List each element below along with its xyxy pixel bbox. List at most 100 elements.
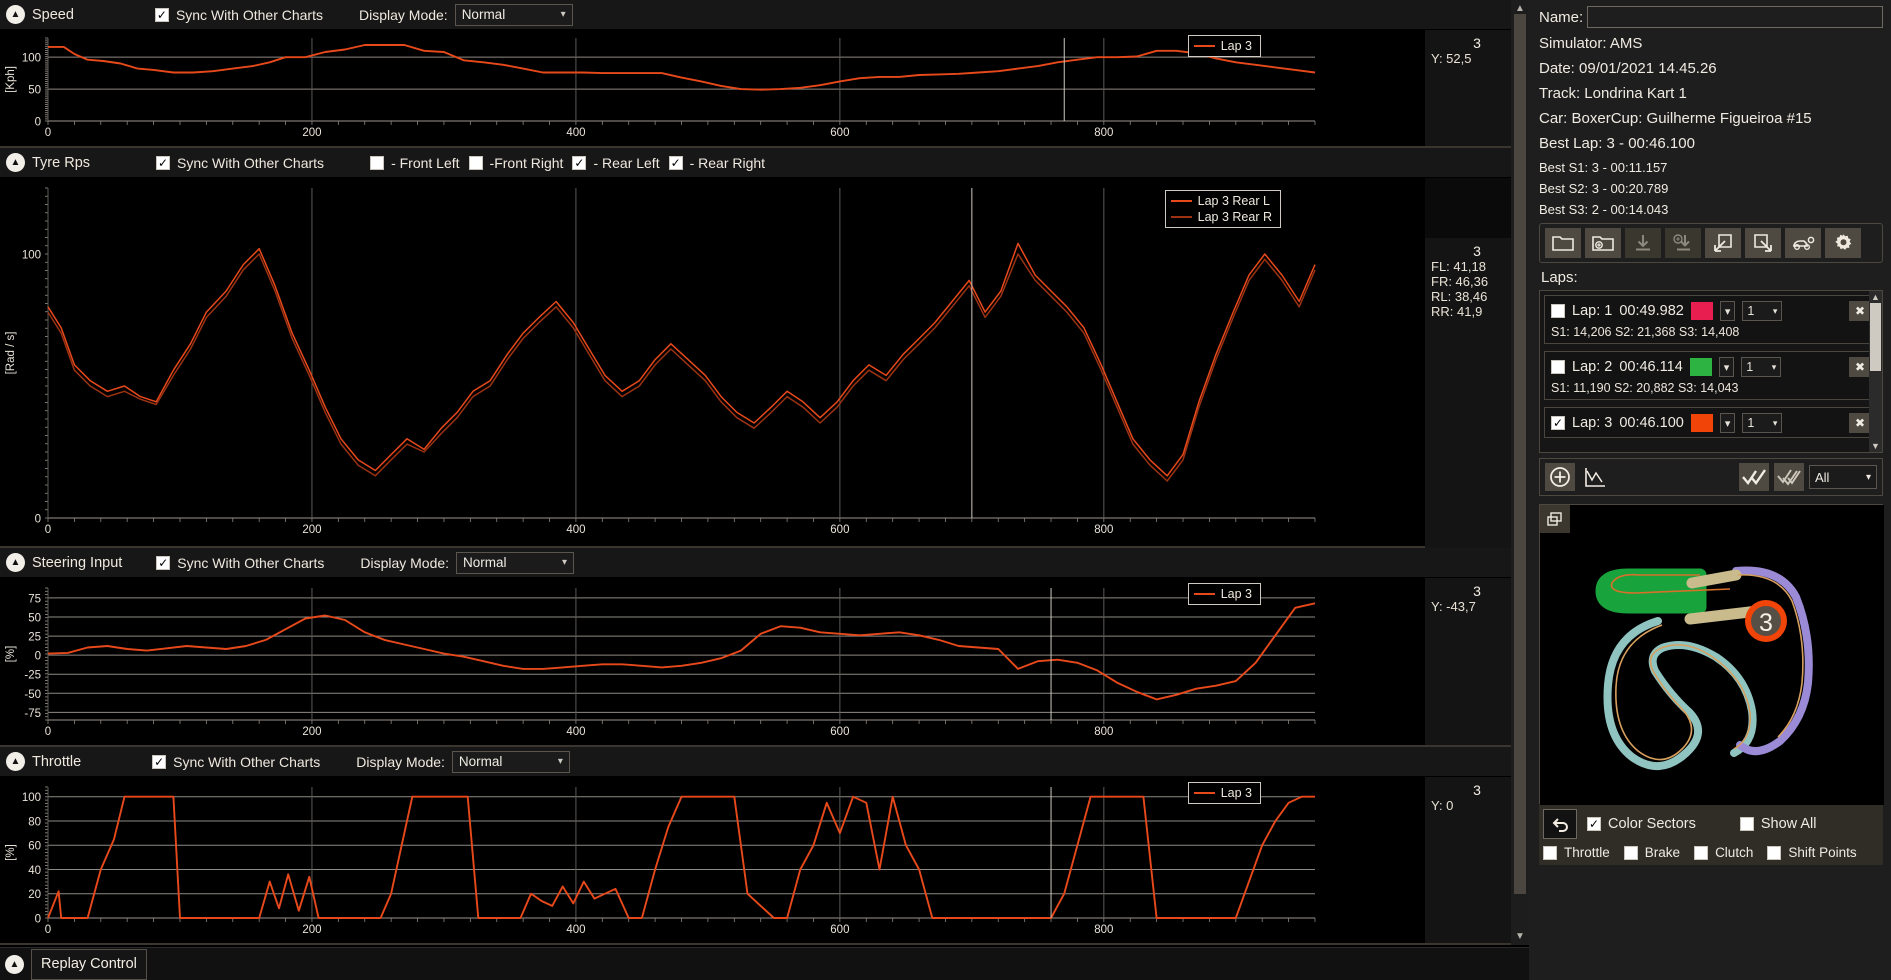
charts-scrollbar[interactable]: ▲ ▼ [1511,0,1529,945]
plot-throttle[interactable]: 0 20 40 60 80 100 0 200 400 600 800 [%] Lap 3 3 Y: … [0,777,1529,943]
scroll-down-icon[interactable]: ▼ [1515,928,1525,945]
sync-checkbox-steering-input[interactable]: ✓ [156,555,171,570]
popout-icon[interactable] [1540,505,1570,533]
lap-checkbox-1[interactable]: ✓ [1551,304,1565,318]
display-mode-select-steering[interactable]: Normal ▾ [456,551,575,574]
lap-checkbox-3[interactable]: ✓ [1551,416,1565,430]
open-folder-icon[interactable] [1545,228,1581,258]
sync-checkbox-speed[interactable]: ✓ [154,7,169,22]
lap-style-select-3[interactable]: ▾ [1719,413,1736,433]
sync-toggle-tyre-rps[interactable]: ✓ Sync With Other Charts [156,155,324,171]
lap-row-2[interactable]: ✓ Lap: 2 00:46.114 ▾ 1 ▾ ✖ S1: 11,190 S2… [1544,351,1878,400]
wheel-toggle-front-right[interactable]: ✓ -Front Right [468,155,563,171]
laps-filter-select[interactable]: All ▾ [1809,465,1877,489]
lap-width-select-1[interactable]: 1 ▾ [1742,301,1783,321]
lap-checkbox-2[interactable]: ✓ [1551,360,1565,374]
collapse-icon[interactable]: ▲ [6,752,25,771]
svg-text:100: 100 [22,792,41,804]
sync-checkbox-tyre-rps[interactable]: ✓ [156,155,171,170]
show-all-toggle[interactable]: ✓ Show All [1739,816,1816,832]
wheel-toggle-front-left[interactable]: ✓ - Front Left [370,155,460,171]
lap-style-select-2[interactable]: ▾ [1718,357,1735,377]
shift-points-overlay-toggle[interactable]: ✓ Shift Points [1767,845,1857,860]
collapse-in-icon[interactable] [1745,228,1781,258]
color-sectors-checkbox[interactable]: ✓ [1587,817,1601,831]
shift-points-overlay-checkbox[interactable]: ✓ [1767,845,1782,860]
laps-scrollbar-thumb[interactable] [1870,303,1881,371]
brake-overlay-checkbox[interactable]: ✓ [1623,845,1638,860]
wheel-toggle-rear-right[interactable]: ✓ - Rear Right [668,155,765,171]
plot-steering-input[interactable]: 75 50 25 0 -25 -50 -75 0 200 400 600 800 [%] Lap 3 3… [0,578,1529,745]
collapse-icon[interactable]: ▲ [6,553,25,572]
throttle-overlay-toggle[interactable]: ✓ Throttle [1543,845,1610,860]
checkbox-front-right[interactable]: ✓ [468,155,483,170]
check-all-icon[interactable] [1739,463,1769,491]
laps-list[interactable]: ✓ Lap: 1 00:49.982 ▾ 1 ▾ ✖ S1: 14,206 S2… [1539,290,1883,453]
sync-toggle-throttle[interactable]: ✓ Sync With Other Charts [152,754,320,770]
brake-overlay-toggle[interactable]: ✓ Brake [1623,845,1680,860]
track-map-svg[interactable]: 3 [1540,505,1884,805]
scroll-down-icon[interactable]: ▼ [1869,441,1882,451]
sync-toggle-steering-input[interactable]: ✓ Sync With Other Charts [156,555,324,571]
lap-width-select-2[interactable]: 1 ▾ [1741,357,1782,377]
check-many-icon[interactable] [1774,463,1804,491]
clutch-overlay-toggle[interactable]: ✓ Clutch [1694,845,1753,860]
plot-tyre-rps[interactable]: 0 100 0 200 400 600 800 [Rad / s] Lap 3 Rear L … [0,178,1529,606]
lap-row-3[interactable]: ✓ Lap: 3 00:46.100 ▾ 1 ▾ ✖ [1544,407,1878,438]
collapse-icon[interactable]: ▲ [6,153,25,172]
wheel-toggle-rear-left[interactable]: ✓ - Rear Left [572,155,660,171]
charts-column: ▲ Speed ✓ Sync With Other Charts Display… [0,0,1529,980]
throttle-overlay-checkbox[interactable]: ✓ [1543,845,1557,860]
plot-speed[interactable]: 0 50 100 0 200 400 600 800 [Kph] Lap 3 3 Y: 52,5 [0,30,1529,146]
color-sectors-toggle[interactable]: ✓ Color Sectors [1587,816,1696,832]
car-setup-icon[interactable] [1785,228,1821,258]
replay-control-tab[interactable]: Replay Control [31,948,147,980]
expand-out-icon[interactable] [1705,228,1741,258]
lap-remove-button-3[interactable]: ✖ [1849,413,1871,433]
svg-text:[%]: [%] [5,646,17,663]
undo-icon[interactable] [1543,809,1577,839]
display-mode-select-speed[interactable]: Normal ▾ [454,3,573,26]
svg-text:[Kph]: [Kph] [5,66,17,93]
svg-text:600: 600 [830,726,849,738]
add-lap-icon[interactable] [1545,463,1575,491]
laps-scrollbar[interactable]: ▲ ▼ [1869,291,1882,452]
svg-text:40: 40 [28,865,41,877]
collapse-icon[interactable]: ▲ [6,5,25,24]
checkbox-rear-left[interactable]: ✓ [572,155,587,170]
chart-header-speed: ▲ Speed ✓ Sync With Other Charts Display… [0,0,1529,30]
add-chart-icon[interactable] [1580,463,1610,491]
sync-toggle-speed[interactable]: ✓ Sync With Other Charts [154,7,323,23]
display-mode-select-throttle[interactable]: Normal ▾ [451,750,570,773]
chart-title-tyre-rps: Tyre Rps [32,154,91,171]
lap-color-swatch-1[interactable] [1690,302,1713,320]
svg-text:600: 600 [830,524,849,536]
lap-color-swatch-2[interactable] [1689,358,1712,376]
download-icon[interactable] [1625,228,1661,258]
scrollbar-thumb[interactable] [1514,14,1526,894]
lap-row-1[interactable]: ✓ Lap: 1 00:49.982 ▾ 1 ▾ ✖ S1: 14,206 S2… [1544,295,1878,344]
add-folder-icon[interactable] [1585,228,1621,258]
checkbox-front-left[interactable]: ✓ [370,155,385,170]
clutch-overlay-checkbox[interactable]: ✓ [1694,845,1709,860]
lap-remove-button-1[interactable]: ✖ [1849,301,1871,321]
lap-sectors-2: S1: 11,190 S2: 20,882 S3: 14,043 [1551,381,1739,395]
lap-remove-button-2[interactable]: ✖ [1849,357,1871,377]
plot-svg-tyre-rps[interactable]: 0 100 0 200 400 600 800 [Rad / s] [0,178,1425,546]
svg-text:200: 200 [302,924,321,936]
lap-color-swatch-3[interactable] [1690,414,1713,432]
show-all-checkbox[interactable]: ✓ [1739,817,1754,831]
download-zoom-icon[interactable] [1665,228,1701,258]
display-mode-label-speed: Display Mode: [358,6,448,23]
sync-checkbox-throttle[interactable]: ✓ [152,754,167,769]
track-map-panel: 3 [1539,504,1884,805]
collapse-icon[interactable]: ▲ [5,954,24,974]
lap-style-select-1[interactable]: ▾ [1719,301,1736,321]
svg-text:400: 400 [566,127,585,139]
scroll-up-icon[interactable]: ▲ [1869,292,1882,302]
chart-title-speed: Speed [32,6,74,23]
gear-icon[interactable] [1825,228,1861,258]
name-input[interactable] [1587,6,1883,28]
lap-width-select-3[interactable]: 1 ▾ [1742,413,1783,433]
checkbox-rear-right[interactable]: ✓ [668,155,683,170]
